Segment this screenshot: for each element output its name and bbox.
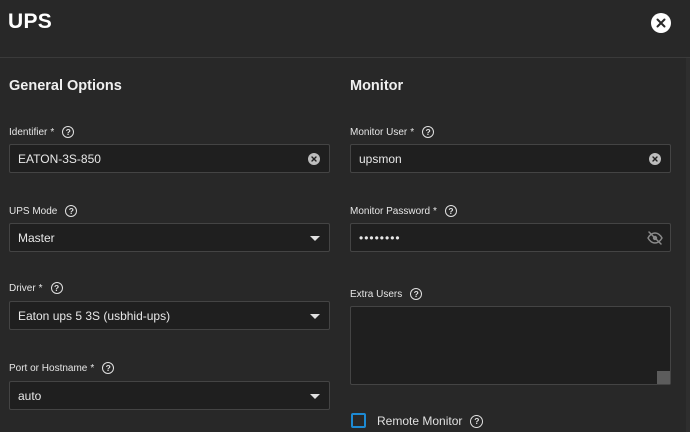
port-value: auto <box>18 388 42 403</box>
dialog-header: UPS <box>0 0 690 58</box>
monitor-password-value: •••••••• <box>359 230 401 245</box>
chevron-down-icon <box>310 314 320 319</box>
port-label: Port or Hostname * ? <box>9 361 115 375</box>
port-required-mark: * <box>90 362 95 374</box>
monitor-password-label: Monitor Password * ? <box>350 204 457 218</box>
help-icon[interactable]: ? <box>50 282 63 294</box>
identifier-value: EATON-3S-850 <box>18 151 101 166</box>
extra-users-label: Extra Users ? <box>350 287 423 301</box>
monitor-password-label-text: Monitor Password <box>350 205 431 217</box>
ups-mode-label-text: UPS Mode <box>9 205 58 217</box>
driver-label-text: Driver <box>9 282 36 294</box>
remote-monitor-label: Remote Monitor ? <box>377 414 484 428</box>
identifier-required-mark: * <box>50 126 55 138</box>
help-icon[interactable]: ? <box>62 126 75 138</box>
ups-mode-label: UPS Mode ? <box>9 204 78 218</box>
help-icon[interactable]: ? <box>422 126 435 138</box>
extra-users-textarea[interactable] <box>350 306 671 385</box>
close-button[interactable] <box>651 13 671 33</box>
monitor-password-input[interactable]: •••••••• <box>350 223 671 252</box>
driver-select[interactable]: Eaton ups 5 3S (usbhid-ups) <box>9 301 330 330</box>
clear-icon[interactable] <box>649 153 661 165</box>
chevron-down-icon <box>310 394 320 399</box>
help-icon[interactable]: ? <box>102 362 115 374</box>
monitor-user-label-text: Monitor User <box>350 126 408 138</box>
monitor-heading: Monitor <box>350 78 404 94</box>
identifier-label: Identifier * ? <box>9 125 75 139</box>
dialog-title: UPS <box>8 10 53 33</box>
chevron-down-icon <box>310 236 320 241</box>
help-icon[interactable]: ? <box>65 205 78 217</box>
help-icon[interactable]: ? <box>444 205 457 217</box>
monitor-user-label: Monitor User * ? <box>350 125 435 139</box>
close-icon <box>656 18 666 28</box>
ups-mode-value: Master <box>18 230 55 245</box>
eye-off-icon[interactable] <box>647 231 663 245</box>
monitor-user-required-mark: * <box>410 126 415 138</box>
remote-monitor-label-text: Remote Monitor <box>377 414 463 428</box>
resize-handle[interactable] <box>657 371 670 384</box>
clear-icon[interactable] <box>308 153 320 165</box>
extra-users-label-text: Extra Users <box>350 288 403 300</box>
driver-required-mark: * <box>38 282 43 294</box>
driver-value: Eaton ups 5 3S (usbhid-ups) <box>18 308 171 323</box>
ups-mode-select[interactable]: Master <box>9 223 330 252</box>
port-label-text: Port or Hostname <box>9 362 88 374</box>
monitor-user-value: upsmon <box>359 151 402 166</box>
remote-monitor-checkbox[interactable] <box>351 413 366 428</box>
port-select[interactable]: auto <box>9 381 330 410</box>
general-options-heading: General Options <box>9 78 122 94</box>
help-icon[interactable]: ? <box>410 288 423 300</box>
help-icon[interactable]: ? <box>470 414 484 428</box>
identifier-label-text: Identifier <box>9 126 48 138</box>
driver-label: Driver * ? <box>9 281 63 295</box>
monitor-password-required-mark: * <box>433 205 437 217</box>
scrollbar-track[interactable] <box>686 58 690 432</box>
identifier-input[interactable]: EATON-3S-850 <box>9 144 330 173</box>
monitor-user-input[interactable]: upsmon <box>350 144 671 173</box>
